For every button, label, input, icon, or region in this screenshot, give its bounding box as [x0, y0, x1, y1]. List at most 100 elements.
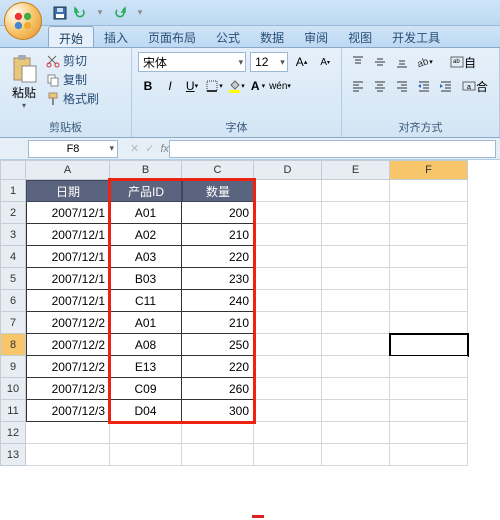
italic-button[interactable]: I	[160, 76, 180, 96]
cell[interactable]	[390, 180, 468, 202]
cell[interactable]: 2007/12/1	[26, 246, 110, 268]
tab-home[interactable]: 开始	[48, 26, 94, 47]
cell[interactable]: E13	[110, 356, 182, 378]
cell[interactable]	[322, 422, 390, 444]
select-all-corner[interactable]	[0, 160, 26, 180]
cell[interactable]	[322, 400, 390, 422]
cell[interactable]: 日期	[26, 180, 110, 202]
row-header[interactable]: 10	[0, 378, 26, 400]
cell[interactable]	[390, 422, 468, 444]
cell[interactable]	[254, 268, 322, 290]
cell[interactable]	[390, 224, 468, 246]
cell[interactable]: 220	[182, 246, 254, 268]
cell[interactable]	[182, 444, 254, 466]
cell[interactable]	[390, 444, 468, 466]
column-header[interactable]: A	[26, 160, 110, 180]
column-header[interactable]: F	[390, 160, 468, 180]
tab-view[interactable]: 视图	[338, 26, 382, 47]
cell[interactable]	[254, 422, 322, 444]
redo-icon[interactable]	[112, 5, 128, 21]
cell[interactable]	[254, 444, 322, 466]
underline-button[interactable]: U▾	[182, 76, 202, 96]
cell[interactable]: A01	[110, 312, 182, 334]
cell[interactable]	[322, 444, 390, 466]
formula-input[interactable]	[169, 140, 496, 158]
fx-icon[interactable]: fx	[160, 143, 169, 155]
cell[interactable]: 260	[182, 378, 254, 400]
cell[interactable]	[322, 312, 390, 334]
cell[interactable]	[254, 400, 322, 422]
row-header[interactable]: 7	[0, 312, 26, 334]
tab-developer[interactable]: 开发工具	[382, 26, 450, 47]
cell[interactable]	[26, 444, 110, 466]
column-header[interactable]: B	[110, 160, 182, 180]
font-color-button[interactable]: A▾	[248, 76, 268, 96]
merge-center-button[interactable]: a合	[458, 76, 492, 96]
cell[interactable]: B03	[110, 268, 182, 290]
tab-page-layout[interactable]: 页面布局	[138, 26, 206, 47]
align-center-button[interactable]	[370, 76, 390, 96]
row-header[interactable]: 11	[0, 400, 26, 422]
fill-color-button[interactable]: ▾	[226, 76, 246, 96]
column-header[interactable]: D	[254, 160, 322, 180]
cell[interactable]	[390, 246, 468, 268]
cell[interactable]	[322, 356, 390, 378]
cell[interactable]: C09	[110, 378, 182, 400]
align-middle-button[interactable]	[370, 52, 390, 72]
cell[interactable]	[390, 334, 468, 356]
cell[interactable]: 210	[182, 312, 254, 334]
grow-font-button[interactable]: A▴	[292, 52, 312, 72]
cell[interactable]: A01	[110, 202, 182, 224]
cell[interactable]	[254, 224, 322, 246]
align-right-button[interactable]	[392, 76, 412, 96]
cell[interactable]: 210	[182, 224, 254, 246]
increase-indent-button[interactable]	[436, 76, 456, 96]
cell[interactable]: 250	[182, 334, 254, 356]
column-header[interactable]: C	[182, 160, 254, 180]
align-left-button[interactable]	[348, 76, 368, 96]
shrink-font-button[interactable]: A▾	[315, 52, 335, 72]
row-header[interactable]: 3	[0, 224, 26, 246]
cell[interactable]	[322, 290, 390, 312]
cell[interactable]	[254, 180, 322, 202]
cell[interactable]: A03	[110, 246, 182, 268]
cell[interactable]	[254, 312, 322, 334]
row-header[interactable]: 12	[0, 422, 26, 444]
row-header[interactable]: 1	[0, 180, 26, 202]
cell[interactable]	[254, 356, 322, 378]
cell[interactable]	[26, 422, 110, 444]
cell[interactable]	[254, 246, 322, 268]
cell[interactable]	[390, 290, 468, 312]
cell[interactable]: 2007/12/2	[26, 356, 110, 378]
qat-customize-icon[interactable]: ▾	[132, 5, 148, 21]
cell[interactable]	[390, 312, 468, 334]
name-box[interactable]: F8	[28, 140, 118, 158]
undo-icon[interactable]	[72, 5, 88, 21]
align-top-button[interactable]	[348, 52, 368, 72]
cell[interactable]: D04	[110, 400, 182, 422]
row-header[interactable]: 9	[0, 356, 26, 378]
cell[interactable]: 2007/12/3	[26, 378, 110, 400]
cell[interactable]: 230	[182, 268, 254, 290]
cell[interactable]: 2007/12/1	[26, 202, 110, 224]
phonetic-button[interactable]: wén▾	[270, 76, 290, 96]
cell[interactable]: 2007/12/3	[26, 400, 110, 422]
cell[interactable]	[182, 422, 254, 444]
cell[interactable]	[390, 202, 468, 224]
row-header[interactable]: 6	[0, 290, 26, 312]
cell[interactable]	[322, 180, 390, 202]
cell[interactable]: C11	[110, 290, 182, 312]
paste-button[interactable]: 粘贴 ▾	[6, 52, 42, 112]
cell[interactable]: 240	[182, 290, 254, 312]
cell[interactable]: 2007/12/1	[26, 224, 110, 246]
cell[interactable]	[110, 444, 182, 466]
cell[interactable]	[322, 246, 390, 268]
undo-dropdown-icon[interactable]: ▾	[92, 5, 108, 21]
row-header[interactable]: 5	[0, 268, 26, 290]
cell[interactable]: A02	[110, 224, 182, 246]
cell[interactable]	[390, 400, 468, 422]
orientation-button[interactable]: ab▾	[414, 52, 434, 72]
format-painter-button[interactable]: 格式刷	[46, 90, 99, 107]
cell[interactable]	[322, 334, 390, 356]
cell[interactable]	[254, 378, 322, 400]
